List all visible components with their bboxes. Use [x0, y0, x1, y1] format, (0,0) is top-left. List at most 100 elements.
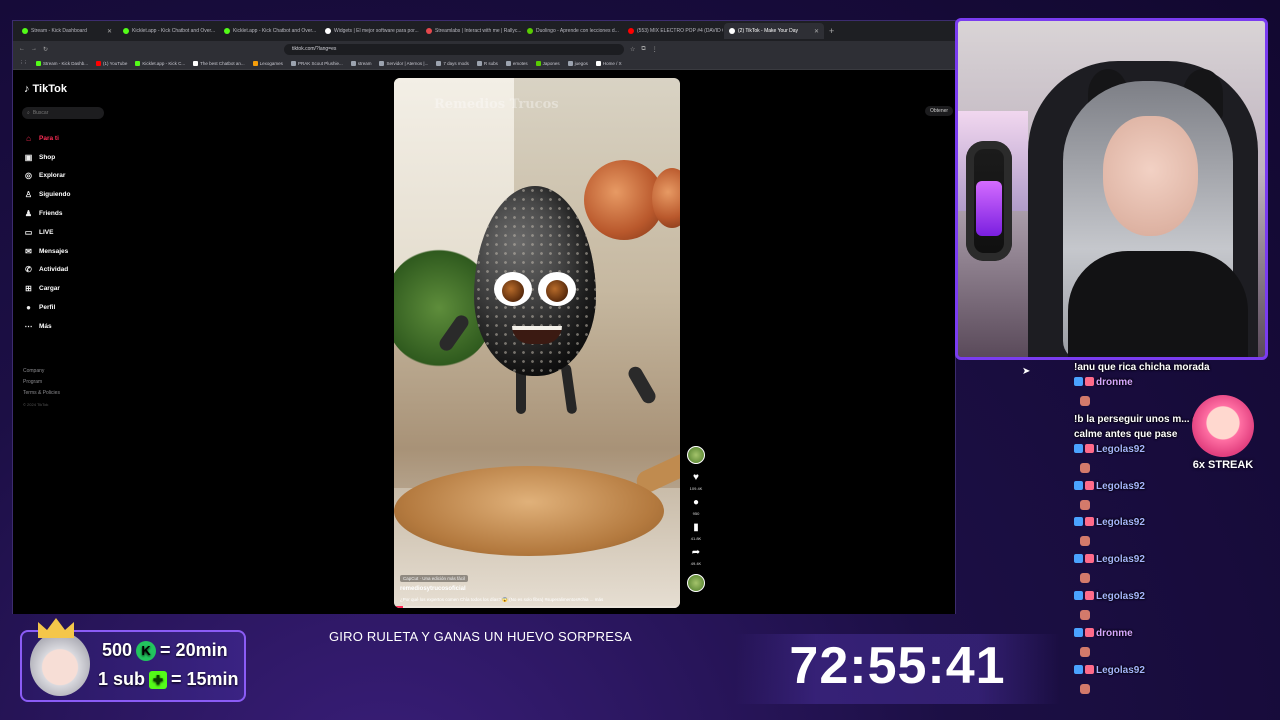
microphone [966, 141, 1012, 261]
bookmark-favicon [252, 60, 258, 66]
chat-username[interactable]: Legolas92 [1074, 554, 1145, 565]
forward-icon[interactable]: → [31, 46, 37, 52]
chat-username[interactable]: Legolas92 [1074, 480, 1145, 492]
obtain-app-button[interactable]: Obtener [925, 106, 954, 116]
chat-username[interactable]: dronme [1074, 377, 1133, 388]
bookmark-label: Servidor | Aternos |... [386, 60, 429, 66]
back-icon[interactable]: ← [19, 46, 25, 52]
bookmark-item[interactable]: PRAK Scout Plushie... [290, 60, 343, 66]
bookmark-item[interactable]: Servidor | Aternos |... [379, 60, 429, 66]
new-tab-icon[interactable]: + [829, 26, 834, 36]
bookmark-item[interactable]: stream [350, 60, 371, 66]
bookmark-item[interactable]: Kicklet.app - Kick C... [135, 60, 185, 66]
video-progress-bar[interactable] [394, 606, 680, 608]
browser-tab[interactable]: Widgets | El mejor software para por...✕ [320, 23, 420, 39]
sidebar-item-friends[interactable]: ♟ Friends [24, 204, 124, 223]
footer-link-program[interactable]: Program [23, 377, 60, 388]
comment-button[interactable]: ● 950 [693, 497, 700, 516]
reload-icon[interactable]: ↻ [43, 46, 48, 53]
bookmark-label: Japones [542, 60, 560, 66]
bookmark-star-icon[interactable]: ☆ [630, 46, 635, 53]
apps-icon[interactable]: ⋮⋮ [19, 60, 28, 66]
bookmark-item[interactable]: Stream - Kick Dashb... [36, 60, 89, 66]
sidebar-item-shop[interactable]: ▣ Shop [24, 148, 124, 167]
sidebar-item-label: Mensajes [39, 247, 69, 255]
chat-user-label: Legolas92 [1096, 443, 1145, 455]
chat-username[interactable]: Legolas92 [1074, 664, 1145, 676]
chat-username[interactable]: Legolas92 [1074, 443, 1145, 455]
following-icon: ♙ [24, 190, 33, 200]
browser-tab[interactable]: (553) MIX ELECTRO POP #4 (DAVID G...✕ [623, 23, 723, 39]
sidebar-item-para-ti[interactable]: ⌂ Para ti [24, 129, 124, 148]
tab-label: Widgets | El mejor software para por... [334, 28, 419, 34]
bookmark-item[interactable]: Home / X [595, 60, 622, 66]
live-icon: ▭ [24, 227, 33, 237]
extensions-icon[interactable]: ⧉ [641, 46, 645, 53]
sidebar-item-label: Para ti [39, 134, 59, 142]
sidebar-item-label: Explorar [39, 172, 66, 180]
menu-icon[interactable]: ⋮ [652, 46, 658, 53]
url-field[interactable]: tiktok.com/?lang=es [284, 43, 625, 55]
mouse-cursor-icon: ➤ [1022, 366, 1031, 377]
tab-label: Kicklet.app - Kick Chatbot and Over... [132, 28, 216, 34]
bookmark-item[interactable]: R subs [476, 60, 498, 66]
browser-tab[interactable]: Kicklet.app - Kick Chatbot and Over...✕ [118, 23, 218, 39]
sidebar-item-live[interactable]: ▭ LIVE [24, 223, 124, 242]
capcut-tag[interactable]: CapCut · Una edición más fácil [400, 575, 469, 582]
tiktok-logo[interactable]: ♪ TikTok [24, 83, 67, 95]
browser-tab[interactable]: (2) TikTok - Make Your Day ✕ [724, 23, 824, 39]
close-tab-icon[interactable]: ✕ [814, 28, 819, 35]
footer-link-company[interactable]: Company [23, 366, 60, 377]
browser-tab[interactable]: Streamlabs | Interact with me | Rallyc..… [421, 23, 521, 39]
video-username[interactable]: remediosytrucosoficial [400, 586, 466, 592]
chat-badge-icon [1074, 664, 1083, 674]
tab-label: (553) MIX ELECTRO POP #4 (DAVID G... [637, 28, 723, 34]
sidebar-item-actividad[interactable]: ✆ Actividad [24, 261, 124, 280]
bookmark-label: (1) YouTube [103, 60, 128, 66]
chat-username[interactable]: Legolas92 [1074, 517, 1145, 528]
music-disc[interactable] [687, 574, 705, 592]
sidebar-item-label: Cargar [39, 285, 60, 293]
chat-badge-icon [1085, 664, 1094, 674]
bookmark-favicon [595, 60, 601, 66]
bookmark-item[interactable]: emotes [505, 60, 528, 66]
character-eye [494, 272, 532, 306]
bookmark-label: Stream - Kick Dashb... [43, 60, 89, 66]
bookmark-item[interactable]: The best Chatbot an... [193, 60, 245, 66]
video-player[interactable]: Remedios Trucos CapCut · Una edición más… [394, 78, 680, 608]
bookmark-item[interactable]: (1) YouTube [96, 60, 128, 66]
tab-favicon [325, 28, 331, 34]
sidebar-item-explorar[interactable]: ◎ Explorar [24, 167, 124, 186]
sidebar-item-cargar[interactable]: ⊞ Cargar [24, 279, 124, 298]
search-input[interactable]: ⌕ Buscar [22, 107, 104, 119]
footer-link-terms[interactable]: Terms & Policies [23, 388, 60, 399]
bookmark-item[interactable]: juegos [567, 60, 588, 66]
sidebar-item-siguiendo[interactable]: ♙ Siguiendo [24, 185, 124, 204]
browser-tab[interactable]: Stream - Kick Dashboard ✕ [17, 23, 117, 39]
chat-user-label: dronme [1096, 377, 1133, 388]
save-button[interactable]: ▮ 41.8K [691, 522, 701, 541]
share-button[interactable]: ➦ 49.4K [691, 547, 701, 566]
bookmark-item[interactable]: Lexogames [252, 60, 283, 66]
chat-user-label: dronme [1096, 627, 1133, 639]
chat-username[interactable]: Legolas92 [1074, 591, 1145, 602]
browser-window: Stream - Kick Dashboard ✕ Kicklet.app - Ki… [12, 20, 956, 614]
bookmark-favicon [350, 60, 356, 66]
sidebar-item-perfil[interactable]: ● Perfil [24, 298, 124, 317]
close-tab-icon[interactable]: ✕ [107, 28, 112, 35]
browser-tab[interactable]: Duolingo - Aprende con lecciones d...✕ [522, 23, 622, 39]
sidebar-item-m-s[interactable]: ⋯ Más [24, 317, 124, 336]
creator-avatar[interactable] [687, 446, 705, 464]
bookmark-item[interactable]: Japones [535, 60, 560, 66]
chat-user-label: Legolas92 [1096, 664, 1145, 676]
browser-tab[interactable]: Kicklet.app - Kick Chatbot and Over...✕ [219, 23, 319, 39]
like-button[interactable]: ♥ 109.4K [690, 472, 703, 491]
video-more-link[interactable]: más [595, 597, 604, 602]
emote-icon [1080, 499, 1090, 510]
streamer-avatar [26, 618, 96, 702]
bookmark-item[interactable]: 7 days mods [436, 60, 469, 66]
chat-username[interactable]: dronme [1074, 627, 1133, 639]
sidebar-item-mensajes[interactable]: ✉ Mensajes [24, 242, 124, 261]
bookmark-favicon [193, 60, 199, 66]
tab-label: Duolingo - Aprende con lecciones d... [536, 28, 619, 34]
